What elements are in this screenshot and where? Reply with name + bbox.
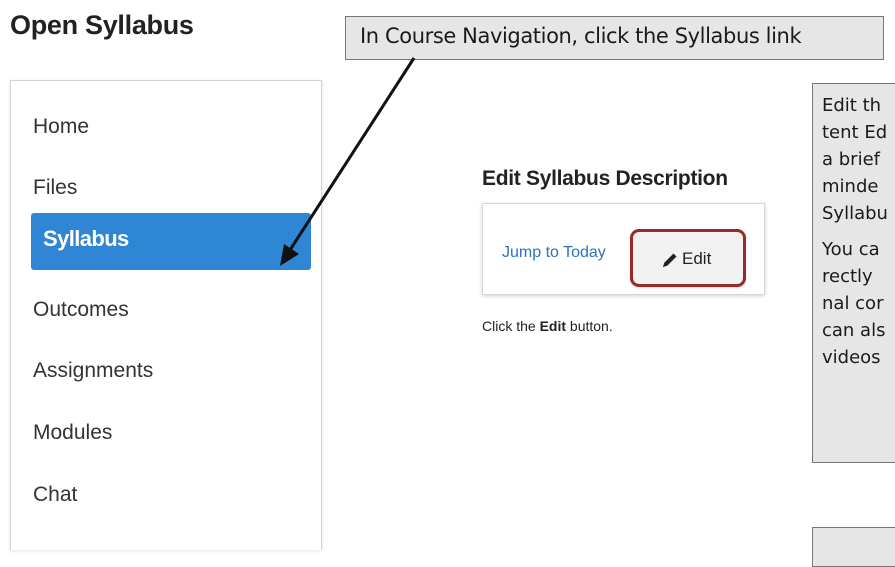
callout-arrow (280, 57, 416, 266)
arrow-head-icon (280, 244, 299, 266)
callout-arrow-line (288, 57, 416, 251)
